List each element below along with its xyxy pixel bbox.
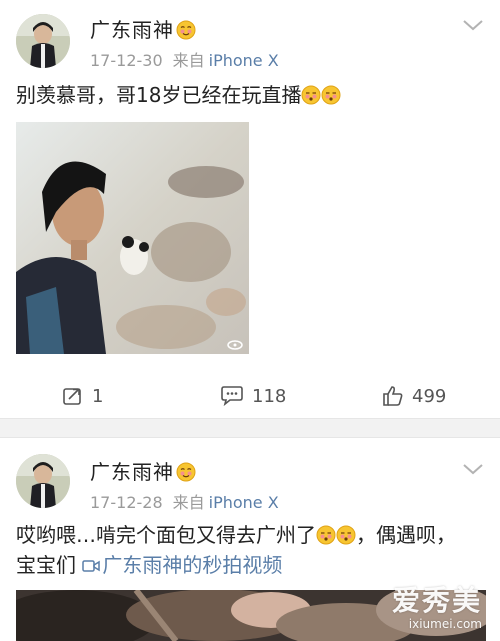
post-text-part: 宝宝们 xyxy=(16,553,83,577)
post-date: 17-12-28 xyxy=(90,493,163,512)
watermark-sub: ixiumei.com xyxy=(408,617,482,631)
like-count: 499 xyxy=(412,385,447,407)
video-icon xyxy=(82,560,101,572)
post-text-part: ，偶遇呗， xyxy=(356,523,456,547)
chevron-down-icon[interactable] xyxy=(462,18,484,32)
avatar[interactable] xyxy=(16,14,70,68)
username[interactable]: 广东雨神 xyxy=(90,14,196,43)
post-text: 哎哟喂…啃完个面包又得去广州了 ，偶遇呗， 宝宝们 广东雨神的秒拍视频 xyxy=(16,520,486,580)
comment-button[interactable]: 118 xyxy=(220,380,286,412)
from-label: 来自 xyxy=(172,493,205,512)
post-date: 17-12-30 xyxy=(90,51,163,70)
weibo-watermark-icon xyxy=(227,340,243,350)
post-meta: 17-12-28 来自 iPhone X xyxy=(90,489,279,513)
repost-count: 1 xyxy=(92,385,104,407)
post-text-part: 哎哟喂…啃完个面包又得去广州了 xyxy=(16,523,316,547)
avatar[interactable] xyxy=(16,454,70,508)
repost-icon xyxy=(63,388,81,405)
comment-count: 118 xyxy=(252,385,287,407)
username-text[interactable]: 广东雨神 xyxy=(90,460,174,484)
watermark-main: 爱秀美 xyxy=(391,584,482,617)
post-text: 别羡慕哥，哥18岁已经在玩直播 xyxy=(16,80,486,110)
device-label[interactable]: iPhone X xyxy=(209,51,279,70)
site-watermark: 爱秀美 ixiumei.com xyxy=(392,579,482,631)
blushing-face-icon xyxy=(336,525,356,545)
weibo-post-1: 广东雨神 17-12-30 来自 iPhone X 别羡慕哥，哥18岁已经在玩直播 xyxy=(0,0,500,418)
post-photo[interactable] xyxy=(16,122,249,354)
chevron-down-icon[interactable] xyxy=(462,462,484,476)
blushing-face-icon xyxy=(176,462,196,482)
blushing-face-icon xyxy=(301,85,321,105)
blushing-face-icon xyxy=(316,525,336,545)
blushing-face-icon xyxy=(176,20,196,40)
username-text[interactable]: 广东雨神 xyxy=(90,18,174,42)
video-link-text[interactable]: 广东雨神的秒拍视频 xyxy=(102,553,282,577)
post-text-body: 别羡慕哥，哥18岁已经在玩直播 xyxy=(16,83,302,107)
post-text-line-2: 宝宝们 广东雨神的秒拍视频 xyxy=(16,550,486,580)
post-separator xyxy=(0,418,500,438)
device-label[interactable]: iPhone X xyxy=(209,493,279,512)
from-label: 来自 xyxy=(172,51,205,70)
action-bar: 1 118 499 xyxy=(0,380,500,412)
like-button[interactable]: 499 xyxy=(382,380,446,412)
username[interactable]: 广东雨神 xyxy=(90,456,196,485)
thumbs-up-icon xyxy=(383,386,403,406)
comment-icon xyxy=(221,386,243,406)
blushing-face-icon xyxy=(321,85,341,105)
video-link[interactable]: 广东雨神的秒拍视频 xyxy=(82,553,282,577)
post-meta: 17-12-30 来自 iPhone X xyxy=(90,47,279,71)
post-text-line-1: 哎哟喂…啃完个面包又得去广州了 ，偶遇呗， xyxy=(16,520,486,550)
repost-button[interactable]: 1 xyxy=(62,380,103,412)
